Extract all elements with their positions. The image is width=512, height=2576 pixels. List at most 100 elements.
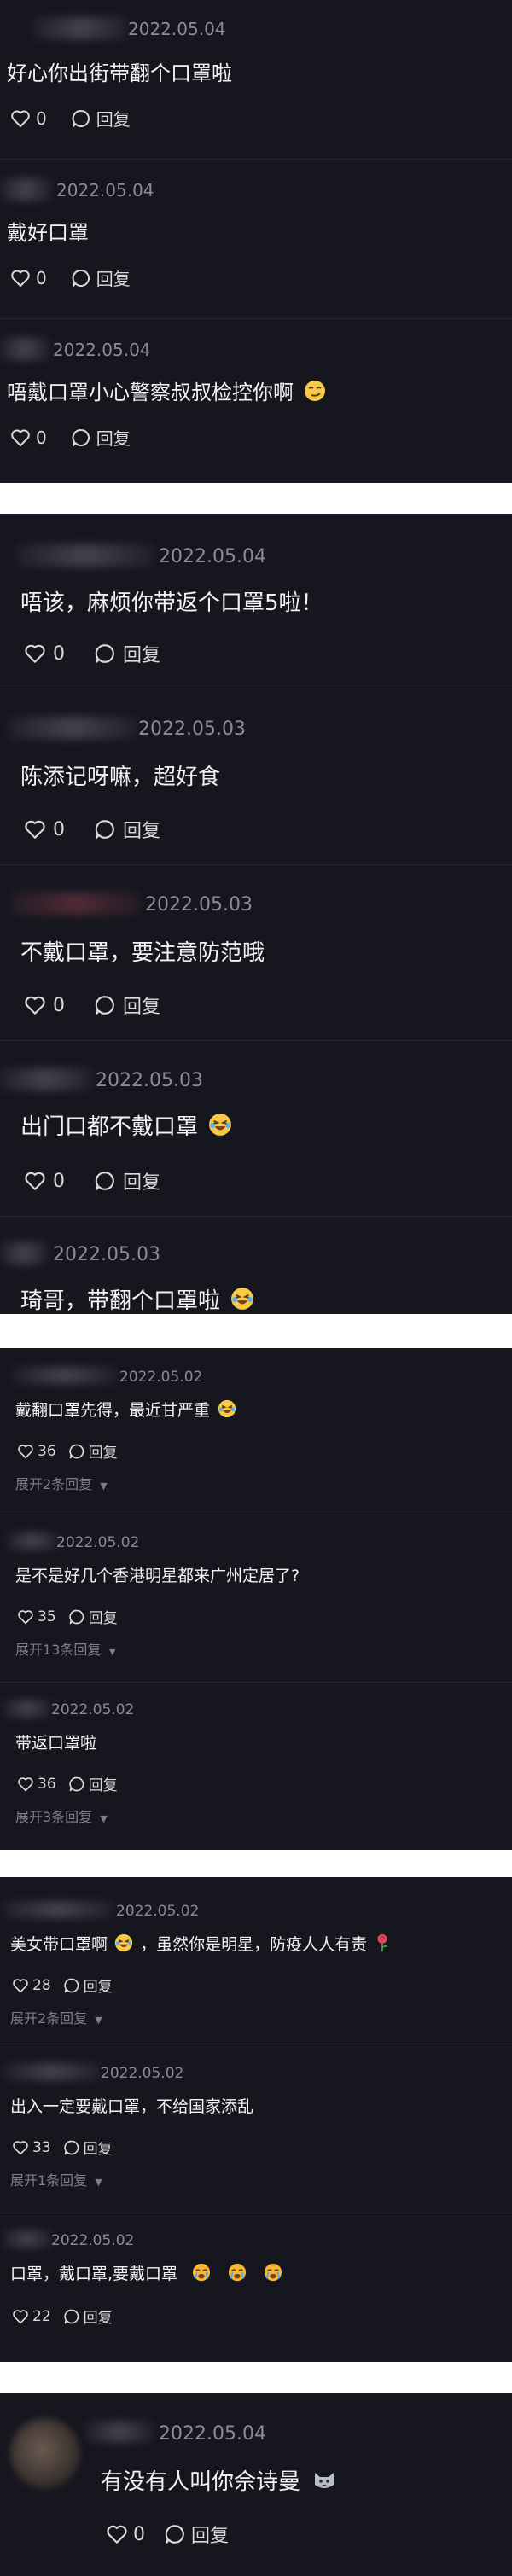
heart-icon bbox=[18, 1444, 33, 1458]
comment-text: 是不是好几个香港明星都来广州定居了? bbox=[15, 1567, 300, 1585]
comment-panel-3: 2022.05.02 戴翻口罩先得，最近甘严重 36 回复 展开2条回复 ▼ 2… bbox=[0, 1348, 512, 1850]
blurred-username bbox=[0, 1068, 92, 1090]
reply-button[interactable]: 回复 bbox=[71, 106, 131, 131]
like-button[interactable]: 28 bbox=[12, 1977, 51, 1994]
comment-date: 2022.05.04 bbox=[128, 19, 226, 39]
like-button[interactable]: 0 bbox=[24, 1171, 65, 1192]
reply-button[interactable]: 回复 bbox=[94, 640, 160, 667]
comment-item: 2022.05.03 出门口都不戴口罩 0 回复 bbox=[0, 1041, 512, 1216]
comment-actions: 36 回复 bbox=[17, 1773, 118, 1794]
comment-actions: 0 回复 bbox=[24, 640, 160, 667]
expand-replies-label: 展开1条回复 bbox=[10, 2172, 88, 2189]
crying-emoji-icon bbox=[265, 2263, 282, 2282]
heart-icon bbox=[25, 1172, 45, 1190]
blurred-username bbox=[7, 1532, 58, 1550]
heart-icon bbox=[25, 996, 45, 1015]
blurred-username bbox=[17, 544, 154, 567]
chat-bubble-icon bbox=[95, 1172, 114, 1190]
reply-label: 回复 bbox=[123, 645, 161, 666]
like-button[interactable]: 0 bbox=[24, 643, 65, 665]
chat-bubble-icon bbox=[63, 2309, 79, 2323]
reply-button[interactable]: 回复 bbox=[63, 2137, 113, 2158]
comment-text: 戴好口罩 bbox=[7, 221, 89, 245]
expand-replies-button[interactable]: 展开13条回复 ▼ bbox=[15, 1638, 116, 1659]
heart-icon bbox=[11, 110, 30, 127]
comment-text: 不戴口罩，要注意防范哦 bbox=[20, 940, 265, 966]
reply-button[interactable]: 回复 bbox=[63, 1974, 113, 1996]
reply-button[interactable]: 回复 bbox=[71, 265, 131, 290]
reply-button[interactable]: 回复 bbox=[94, 991, 160, 1019]
rose-emoji-icon bbox=[377, 1933, 388, 1952]
like-count: 0 bbox=[36, 108, 47, 129]
blurred-username bbox=[3, 1901, 113, 1918]
reply-label: 回复 bbox=[83, 2310, 113, 2327]
like-button[interactable]: 22 bbox=[12, 2308, 51, 2325]
comment-text: 有没有人叫你佘诗曼 bbox=[101, 2464, 336, 2496]
chat-bubble-icon bbox=[72, 269, 90, 287]
comment-panel-5: 2022.05.04 有没有人叫你佘诗曼 0 回复 bbox=[0, 2393, 512, 2576]
comment-text-body: 琦哥，带翻个口罩啦 bbox=[20, 1288, 221, 1314]
expand-replies-button[interactable]: 展开3条回复 ▼ bbox=[15, 1806, 108, 1826]
chat-bubble-icon bbox=[68, 1776, 84, 1791]
comment-item: 2022.05.02 是不是好几个香港明星都来广州定居了? 35 回复 展开13… bbox=[0, 1515, 512, 1681]
reply-button[interactable]: 回复 bbox=[68, 1440, 118, 1462]
blurred-username bbox=[9, 717, 137, 739]
reply-button[interactable]: 回复 bbox=[71, 425, 131, 450]
like-button[interactable]: 36 bbox=[17, 1443, 56, 1460]
reply-button[interactable]: 回复 bbox=[68, 1773, 118, 1794]
like-button[interactable]: 0 bbox=[106, 2524, 145, 2545]
like-count: 0 bbox=[53, 1170, 65, 1192]
laughing-emoji-icon bbox=[209, 1114, 232, 1136]
comment-date: 2022.05.04 bbox=[159, 2423, 266, 2445]
heart-icon bbox=[13, 2309, 28, 2323]
like-count: 0 bbox=[53, 818, 65, 840]
like-count: 0 bbox=[133, 2523, 145, 2545]
comment-date: 2022.05.02 bbox=[56, 1534, 140, 1551]
comment-text: 唔该，麻烦你带返个口罩5啦！ bbox=[20, 590, 323, 616]
comment-date: 2022.05.04 bbox=[53, 340, 151, 360]
comment-text-body: 口罩，戴口罩,要戴口罩 bbox=[10, 2265, 178, 2283]
reply-label: 回复 bbox=[96, 428, 131, 449]
comment-actions: 0 回复 bbox=[106, 2521, 229, 2548]
heart-icon bbox=[13, 2140, 28, 2154]
expand-replies-button[interactable]: 展开1条回复 ▼ bbox=[10, 2169, 102, 2189]
avatar bbox=[10, 2418, 80, 2488]
reply-button[interactable]: 回复 bbox=[94, 816, 160, 843]
like-count: 22 bbox=[32, 2307, 51, 2325]
comment-item: 2022.05.04 唔该，麻烦你带返个口罩5啦！ 0 回复 bbox=[0, 514, 512, 689]
like-button[interactable]: 0 bbox=[10, 268, 47, 288]
reply-button[interactable]: 回复 bbox=[68, 1606, 118, 1627]
comment-date: 2022.05.03 bbox=[53, 1244, 160, 1265]
heart-icon bbox=[11, 270, 30, 287]
like-button[interactable]: 35 bbox=[17, 1608, 56, 1625]
heart-icon bbox=[11, 429, 30, 446]
chevron-down-icon: ▼ bbox=[100, 1480, 108, 1492]
comment-actions: 33 回复 bbox=[12, 2137, 113, 2158]
comment-text: 戴翻口罩先得，最近甘严重 bbox=[15, 1398, 236, 1421]
chevron-down-icon: ▼ bbox=[95, 2015, 102, 2026]
like-button[interactable]: 0 bbox=[24, 995, 65, 1016]
chevron-down-icon: ▼ bbox=[95, 2177, 102, 2188]
comment-actions: 0 回复 bbox=[10, 425, 131, 450]
reply-button[interactable]: 回复 bbox=[164, 2521, 229, 2548]
chevron-down-icon: ▼ bbox=[100, 1813, 108, 1824]
like-count: 0 bbox=[36, 427, 47, 448]
like-button[interactable]: 0 bbox=[10, 108, 47, 129]
like-button[interactable]: 33 bbox=[12, 2139, 51, 2156]
like-button[interactable]: 36 bbox=[17, 1776, 56, 1793]
like-button[interactable]: 0 bbox=[10, 427, 47, 448]
comment-text-body: 戴翻口罩先得，最近甘严重 bbox=[15, 1401, 211, 1420]
expand-replies-button[interactable]: 展开2条回复 ▼ bbox=[15, 1473, 108, 1493]
comment-item: 2022.05.04 戴好口罩 0 回复 bbox=[0, 160, 512, 318]
like-button[interactable]: 0 bbox=[24, 819, 65, 840]
expand-replies-button[interactable]: 展开2条回复 ▼ bbox=[10, 2007, 102, 2027]
chevron-down-icon: ▼ bbox=[108, 1646, 116, 1657]
comment-date: 2022.05.03 bbox=[145, 894, 253, 916]
blurred-username bbox=[0, 1242, 48, 1265]
like-count: 0 bbox=[53, 643, 65, 665]
chat-bubble-icon bbox=[95, 996, 114, 1015]
reply-button[interactable]: 回复 bbox=[63, 2306, 113, 2327]
comment-actions: 22 回复 bbox=[12, 2306, 113, 2327]
comment-text-part-1: 美女带口罩啊 bbox=[10, 1935, 108, 1954]
reply-button[interactable]: 回复 bbox=[94, 1167, 160, 1195]
